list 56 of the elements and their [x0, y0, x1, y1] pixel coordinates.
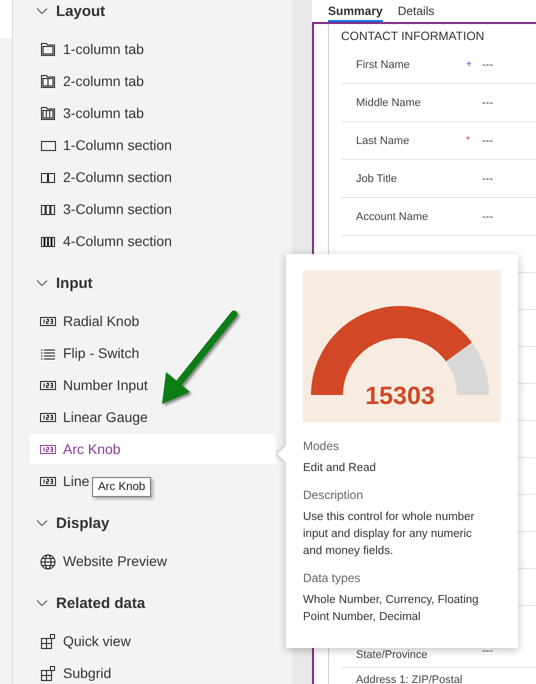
component-item[interactable]: Flip - Switch — [30, 338, 140, 368]
chevron-icon[interactable] — [36, 599, 48, 607]
component-item[interactable]: 3-column tab — [30, 98, 144, 128]
info-heading: Modes — [303, 438, 340, 455]
required-marker: + — [466, 59, 472, 70]
component-item[interactable]: 1-Column section — [30, 130, 172, 160]
component-item[interactable]: Line — [30, 466, 90, 496]
field-value[interactable]: --- — [482, 172, 493, 184]
component-item[interactable]: 2-column tab — [30, 66, 144, 96]
component-item[interactable]: Subgrid — [30, 658, 112, 684]
tab-layout-icon — [40, 72, 56, 90]
grid-icon — [40, 664, 56, 682]
field-label: Last Name — [355, 134, 410, 146]
field-label: Job Title — [355, 172, 398, 184]
field-label: State/Province — [355, 649, 429, 661]
chevron-icon[interactable] — [36, 7, 48, 15]
grid-icon — [40, 632, 56, 650]
chevron-icon[interactable] — [36, 279, 48, 287]
component-item[interactable]: 2-Column section — [30, 162, 172, 192]
section-heading: Input — [56, 274, 93, 292]
component-item[interactable]: 4-Column section — [30, 226, 172, 256]
component-item[interactable]: 1-column tab — [30, 34, 144, 64]
section-heading: Related data — [56, 594, 146, 612]
field-value[interactable]: --- — [482, 210, 493, 222]
info-heading: Data types — [303, 570, 362, 587]
section-heading: Layout — [56, 2, 106, 20]
tab-layout-icon — [40, 104, 56, 122]
section-title: CONTACT INFORMATION — [341, 28, 486, 45]
component-item[interactable]: 3-Column section — [30, 194, 172, 224]
component-item[interactable]: Radial Knob — [30, 306, 140, 336]
component-item[interactable]: Quick view — [30, 626, 131, 656]
section-heading: Display — [56, 514, 110, 532]
field-label: First Name — [355, 58, 411, 70]
component-item[interactable]: Linear Gauge — [30, 402, 148, 432]
info-heading: Description — [303, 487, 364, 504]
info-text: Edit and Read — [303, 461, 377, 476]
component-item[interactable]: Number Input — [30, 370, 148, 400]
field-value[interactable]: --- — [482, 58, 493, 70]
chevron-icon[interactable] — [36, 519, 48, 527]
info-text: Whole Number, Currency, Floating Point Number, Decimal — [303, 593, 480, 625]
field-value[interactable]: --- — [482, 645, 493, 657]
globe-icon — [40, 552, 56, 570]
component-item[interactable]: Website Preview — [30, 546, 168, 576]
field-value[interactable]: --- — [482, 96, 493, 108]
component-item[interactable]: Arc Knob — [30, 434, 276, 464]
field-value[interactable]: --- — [482, 134, 493, 146]
tab-layout-icon — [40, 40, 56, 58]
required-marker: * — [466, 135, 470, 146]
info-text: Use this control for whole number input and display for any numeric and money fields. — [303, 510, 476, 559]
field-label: Middle Name — [355, 96, 422, 108]
field-label: Account Name — [355, 210, 430, 222]
form-tab[interactable]: Details — [398, 0, 434, 22]
field-label: Address 1: ZIP/Postal — [355, 674, 464, 684]
form-tab[interactable]: Summary — [328, 0, 383, 22]
gauge-value: 15303 — [365, 382, 435, 410]
tooltip: Arc Knob — [92, 477, 152, 497]
